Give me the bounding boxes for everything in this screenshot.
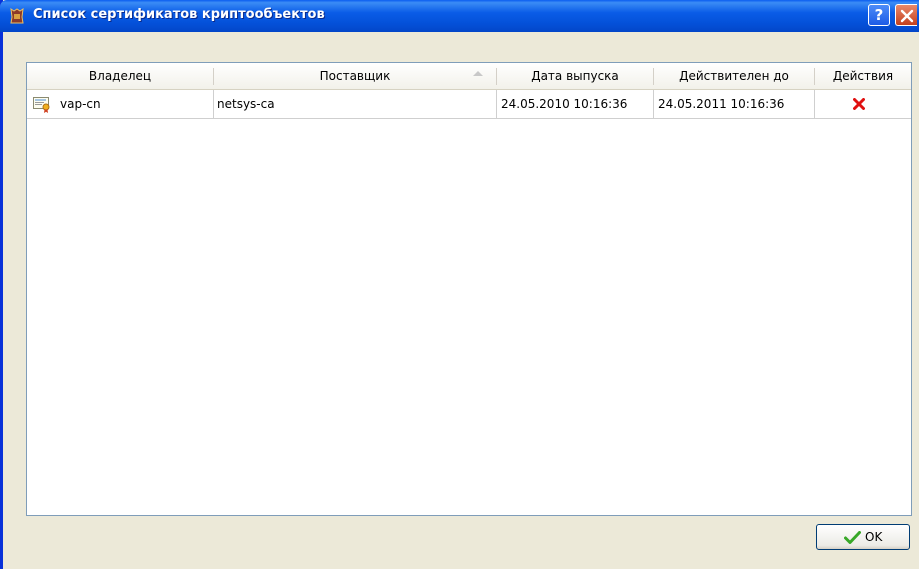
issuer-cell: netsys-ca (217, 97, 275, 111)
close-button[interactable] (895, 4, 917, 26)
help-button[interactable]: ? (868, 4, 890, 26)
dialog-window: Список сертификатов криптообъектов ? Вла… (0, 0, 919, 569)
cell-divider (496, 90, 497, 118)
column-header-issuer[interactable]: Поставщик (214, 63, 496, 89)
app-icon (10, 8, 24, 24)
close-icon (900, 9, 914, 23)
table-row[interactable]: vap-cn netsys-ca 24.05.2010 10:16:36 24.… (27, 90, 911, 119)
issued-date-cell: 24.05.2010 10:16:36 (501, 97, 628, 111)
valid-until-cell: 24.05.2011 10:16:36 (658, 97, 785, 111)
list-header: Владелец Поставщик Дата выпуска Действит… (27, 63, 911, 90)
sort-ascending-icon (473, 71, 483, 76)
column-header-issued[interactable]: Дата выпуска (497, 63, 653, 89)
delete-icon[interactable] (853, 98, 865, 110)
column-header-owner[interactable]: Владелец (27, 63, 213, 89)
help-icon: ? (874, 6, 884, 24)
ok-button-label: OK (865, 530, 883, 544)
certificate-icon (33, 97, 50, 113)
cell-divider (653, 90, 654, 118)
title-bar[interactable]: Список сертификатов криптообъектов ? (0, 0, 919, 32)
owner-cell: vap-cn (60, 97, 101, 111)
cell-divider (814, 90, 815, 118)
certificate-list[interactable]: Владелец Поставщик Дата выпуска Действит… (26, 62, 912, 516)
column-header-actions[interactable]: Действия (815, 63, 911, 89)
column-header-valid-until[interactable]: Действителен до (654, 63, 814, 89)
ok-button[interactable]: OK (816, 524, 910, 550)
window-title: Список сертификатов криптообъектов (33, 7, 325, 22)
checkmark-icon (844, 531, 861, 544)
cell-divider (213, 90, 214, 118)
